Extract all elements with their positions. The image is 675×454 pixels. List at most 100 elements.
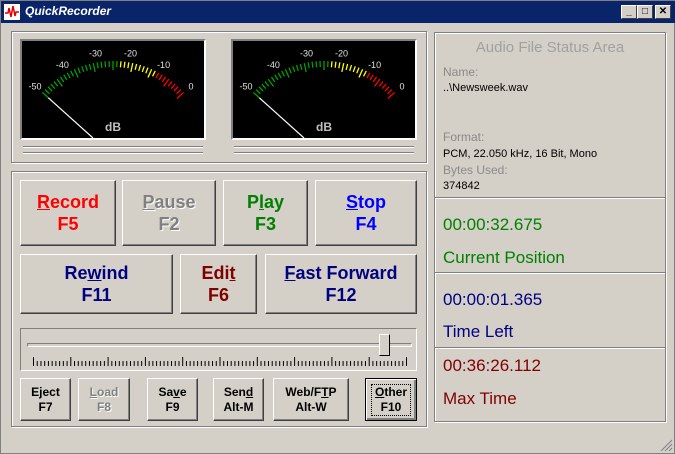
meter-tick: [151, 70, 156, 77]
meter-tick: [70, 70, 75, 77]
meter-scale-label: -20: [124, 48, 137, 58]
meter-tick: [66, 72, 71, 79]
web-ftp-mnemonic: T: [321, 384, 329, 399]
save-button[interactable]: Save F9: [147, 378, 198, 421]
meter-tick: [358, 68, 364, 78]
format-value: PCM, 22.050 kHz, 16 Bit, Mono: [443, 148, 598, 160]
meter-tick: [345, 63, 349, 70]
meter-tick: [84, 64, 88, 71]
meter-tick: [130, 62, 134, 73]
rewind-button[interactable]: Rewind F11: [20, 254, 173, 314]
meter-scale-label: -50: [239, 82, 252, 92]
stop-key: F4: [355, 214, 377, 234]
meter-tick: [311, 61, 314, 68]
slider-thumb[interactable]: [378, 334, 390, 356]
record-label: ecord: [49, 192, 100, 212]
rewind-key: F11: [81, 285, 112, 305]
save-label: Sa: [158, 384, 174, 399]
meter-tick: [369, 74, 374, 81]
meter-tick: [161, 76, 167, 83]
web-ftp-label: Web/F: [285, 384, 322, 399]
app-waveform-icon: [4, 4, 20, 20]
status-heading: Audio File Status Area: [475, 39, 625, 56]
meter-tick: [295, 64, 299, 71]
meter-tick: [77, 67, 81, 74]
save-key: F9: [165, 399, 180, 414]
maximize-button[interactable]: □: [637, 5, 653, 19]
pause-button[interactable]: Pause F2: [122, 180, 216, 246]
edit-button[interactable]: Edit F6: [180, 254, 257, 314]
meter-tick: [44, 89, 50, 95]
fast-forward-label: ast Forward: [295, 263, 398, 283]
meter-scale-label: 0: [400, 82, 405, 92]
eject-button[interactable]: Eject F7: [20, 378, 71, 421]
meter-tick: [134, 63, 138, 70]
fast-forward-mnemonic: F: [284, 263, 296, 283]
divider: [234, 152, 414, 154]
meter-scale-label: -40: [267, 60, 280, 70]
meter-tick: [261, 83, 267, 90]
stop-button[interactable]: Stop F4: [315, 180, 417, 246]
play-key: F3: [254, 214, 276, 234]
meter-tick: [307, 62, 310, 69]
send-button[interactable]: Send Alt-M: [213, 378, 264, 421]
meter-tick: [387, 89, 393, 95]
play-button[interactable]: Play F3: [223, 180, 308, 246]
save-mnemonic: v: [173, 384, 180, 399]
meter-scale-label: -10: [368, 60, 381, 70]
close-button[interactable]: ✕: [655, 5, 671, 19]
meter-tick: [96, 62, 99, 69]
meter-tick: [341, 62, 345, 73]
send-key: Alt-M: [223, 399, 254, 414]
meter-tick: [163, 78, 170, 87]
meter-tick: [270, 76, 276, 83]
divider: [23, 152, 203, 154]
record-mnemonic: R: [36, 192, 50, 212]
bytes-used-label: Bytes Used:: [443, 163, 508, 177]
position-slider[interactable]: [20, 328, 417, 371]
web-ftp-button[interactable]: Web/FTP Alt-W: [273, 378, 349, 421]
load-mnemonic: L: [89, 384, 97, 399]
max-time-time: 00:36:26.112: [443, 356, 541, 375]
record-button[interactable]: Record F5: [20, 180, 116, 246]
other-button[interactable]: Other F10: [365, 378, 417, 421]
divider: [23, 146, 203, 148]
meter-scale-label: -50: [28, 82, 41, 92]
format-label: Format:: [443, 130, 485, 144]
meter-tick: [170, 83, 176, 90]
meter-tick: [264, 81, 270, 87]
meter-scale-label: -20: [335, 48, 348, 58]
meter-unit-label: dB: [105, 120, 121, 134]
slider-ticks: [33, 357, 407, 366]
stop-mnemonic: S: [346, 192, 359, 212]
meter-tick: [88, 63, 92, 70]
meter-needle: [258, 97, 305, 139]
other-key: F10: [380, 399, 402, 414]
send-mnemonic: d: [245, 384, 254, 399]
meter-scale-label: -30: [89, 48, 102, 58]
right-level-meter: -50 -40 -30 -20 -10 0 dB: [231, 39, 417, 140]
meter-tick: [277, 72, 282, 79]
meter-tick: [288, 67, 292, 74]
fast-forward-button[interactable]: Fast Forward F12: [265, 254, 417, 314]
minimize-button[interactable]: _: [621, 5, 637, 19]
left-level-meter: -50 -40 -30 -20 -10 0 dB: [20, 39, 206, 140]
load-key: F8: [96, 399, 111, 414]
meter-tick: [303, 62, 307, 73]
meter-tick: [141, 66, 145, 73]
save-label-rest: e: [179, 384, 187, 399]
meter-tick: [47, 86, 53, 92]
load-button[interactable]: Load F8: [78, 378, 130, 421]
meter-tick: [349, 64, 353, 71]
resize-grip-icon[interactable]: [659, 438, 673, 452]
meter-tick: [330, 61, 333, 68]
meter-tick: [73, 68, 79, 78]
other-mnemonic: O: [374, 384, 385, 399]
meter-tick: [59, 76, 65, 83]
meter-tick: [352, 66, 356, 73]
meter-tick: [155, 72, 160, 79]
pause-key: F2: [158, 214, 180, 234]
meter-tick: [145, 67, 149, 74]
audio-file-status-area: Audio File Status Area Name: ..\Newsweek…: [434, 32, 666, 422]
name-label: Name:: [443, 65, 479, 79]
